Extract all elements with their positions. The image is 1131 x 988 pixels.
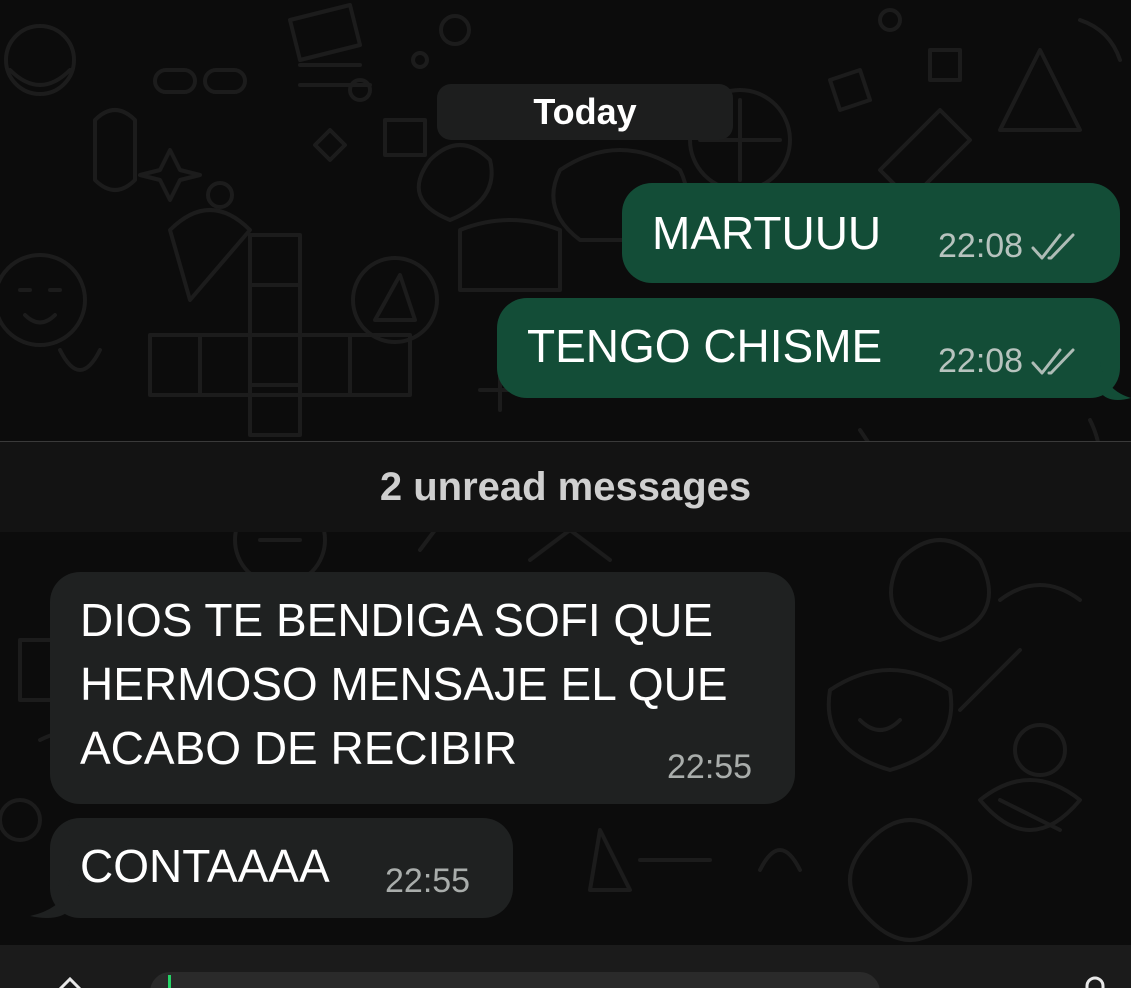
plus-icon[interactable] [58,976,82,988]
message-text: DIOS TE BENDIGA SOFI QUE HERMOSO MENSAJE… [80,594,728,774]
message-meta: 22:08 [938,342,1079,381]
incoming-message[interactable]: DIOS TE BENDIGA SOFI QUE HERMOSO MENSAJE… [50,572,795,804]
double-check-icon [1031,348,1075,374]
date-chip: Today [437,84,733,140]
message-time: 22:55 [667,748,753,786]
unread-messages-banner: 2 unread messages [0,442,1131,532]
message-text: MARTUUU [652,207,882,259]
bubble-tail [1100,362,1131,400]
outgoing-message[interactable]: MARTUUU 22:08 [622,183,1120,283]
microphone-icon[interactable] [1082,976,1108,988]
message-text: TENGO CHISME [527,320,883,372]
message-text: CONTAAAA [80,840,330,892]
double-check-icon [1031,233,1075,259]
message-time: 22:08 [938,227,1024,265]
text-caret [168,975,171,988]
chat-screen: Today MARTUUU 22:08 TENGO CHISME 22:08 2… [0,0,1131,988]
message-time: 22:08 [938,342,1024,380]
outgoing-message[interactable]: TENGO CHISME 22:08 [497,298,1120,398]
message-time: 22:55 [385,862,471,900]
incoming-message[interactable]: CONTAAAA 22:55 [50,818,513,918]
message-input[interactable] [150,972,880,988]
bubble-tail [30,880,70,918]
message-meta: 22:08 [938,227,1079,266]
